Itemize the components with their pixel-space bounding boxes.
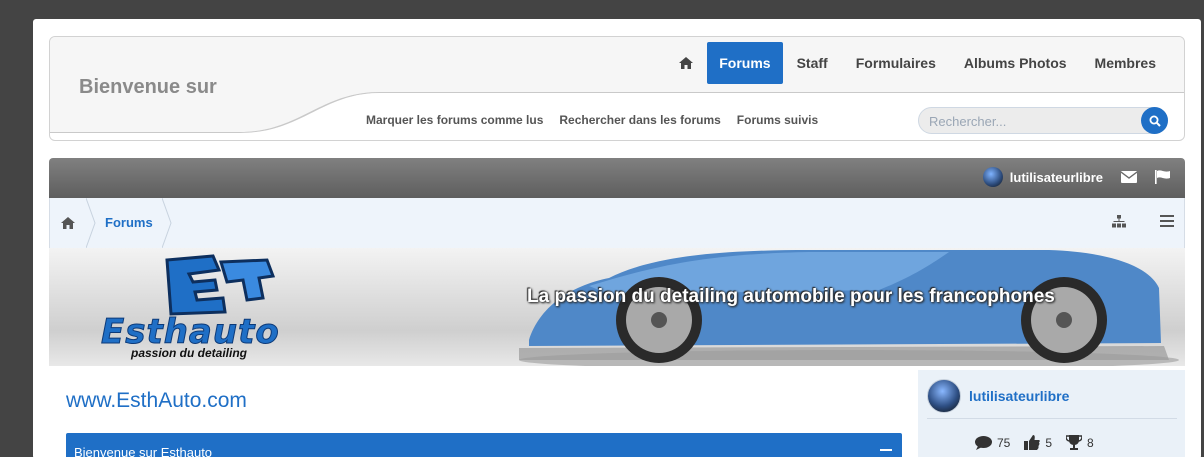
breadcrumb-home[interactable] [50, 198, 86, 248]
welcome-text: Bienvenue sur [79, 76, 217, 98]
nav-forums[interactable]: Forums [707, 42, 783, 84]
user-menu[interactable]: lutilisateurlibre [982, 167, 1103, 187]
sidebar-user-card: lutilisateurlibre 75 5 8 [918, 370, 1185, 457]
collapse-icon[interactable] [880, 449, 892, 451]
search-input[interactable]: Rechercher... [918, 107, 1168, 134]
stat-messages-value: 75 [997, 435, 1011, 450]
breadcrumb-separator [162, 198, 172, 248]
divider [927, 418, 1177, 419]
stat-trophies-value: 8 [1087, 435, 1094, 450]
search-forums-link[interactable]: Rechercher dans les forums [559, 113, 720, 127]
header: Bienvenue sur Forums Staff Formulaires A… [49, 36, 1185, 141]
breadcrumb: Forums [49, 198, 1185, 248]
sidebar-user: lutilisateurlibre [927, 379, 1069, 413]
mark-read-link[interactable]: Marquer les forums comme lus [366, 113, 543, 127]
nav-formulaires[interactable]: Formulaires [842, 42, 950, 84]
stat-trophies[interactable]: 8 [1066, 435, 1094, 450]
user-bar: lutilisateurlibre [49, 158, 1185, 198]
nav-home[interactable] [665, 42, 707, 84]
home-icon [61, 217, 75, 229]
welcome-block-header: Bienvenue sur Esthauto [66, 433, 902, 457]
logo-emblem [165, 254, 276, 316]
nav-membres[interactable]: Membres [1081, 42, 1170, 84]
breadcrumb-separator [86, 198, 96, 248]
banner-tagline: La passion du detailing automobile pour … [527, 286, 1055, 307]
search-button[interactable] [1141, 107, 1168, 134]
forum-banner: Esthauto passion du detailing La passion… [49, 248, 1185, 366]
sitemap-icon[interactable] [1112, 215, 1126, 228]
envelope-icon[interactable] [1121, 171, 1137, 183]
username: lutilisateurlibre [1009, 169, 1103, 185]
sidebar-username[interactable]: lutilisateurlibre [969, 388, 1069, 404]
stat-messages[interactable]: 75 [975, 435, 1010, 450]
nav-staff[interactable]: Staff [783, 42, 842, 84]
stat-likes[interactable]: 5 [1024, 435, 1052, 450]
page: Bienvenue sur Forums Staff Formulaires A… [33, 19, 1201, 457]
flag-icon[interactable] [1155, 170, 1171, 184]
site-link[interactable]: www.EsthAuto.com [66, 389, 247, 413]
avatar[interactable] [927, 379, 961, 413]
avatar [982, 167, 1003, 187]
trophy-icon [1066, 435, 1083, 450]
sub-nav: Marquer les forums comme lus Rechercher … [366, 113, 818, 127]
logo-subtext: passion du detailing [131, 346, 248, 360]
welcome-block-title[interactable]: Bienvenue sur Esthauto [74, 445, 212, 457]
thumbs-up-icon [1024, 435, 1041, 450]
user-bar-actions: lutilisateurlibre [982, 167, 1171, 187]
home-icon [679, 57, 694, 69]
stat-likes-value: 5 [1045, 435, 1053, 450]
search-placeholder: Rechercher... [929, 114, 1007, 129]
comment-icon [975, 435, 992, 450]
watched-forums-link[interactable]: Forums suivis [737, 113, 818, 127]
nav-albums-photos[interactable]: Albums Photos [950, 42, 1081, 84]
main-nav: Forums Staff Formulaires Albums Photos M… [665, 42, 1170, 84]
list-icon[interactable] [1160, 215, 1174, 227]
user-stats: 75 5 8 [975, 435, 1094, 450]
breadcrumb-forums[interactable]: Forums [105, 215, 153, 230]
breadcrumb-tools [1112, 215, 1174, 228]
search-icon [1149, 115, 1161, 127]
